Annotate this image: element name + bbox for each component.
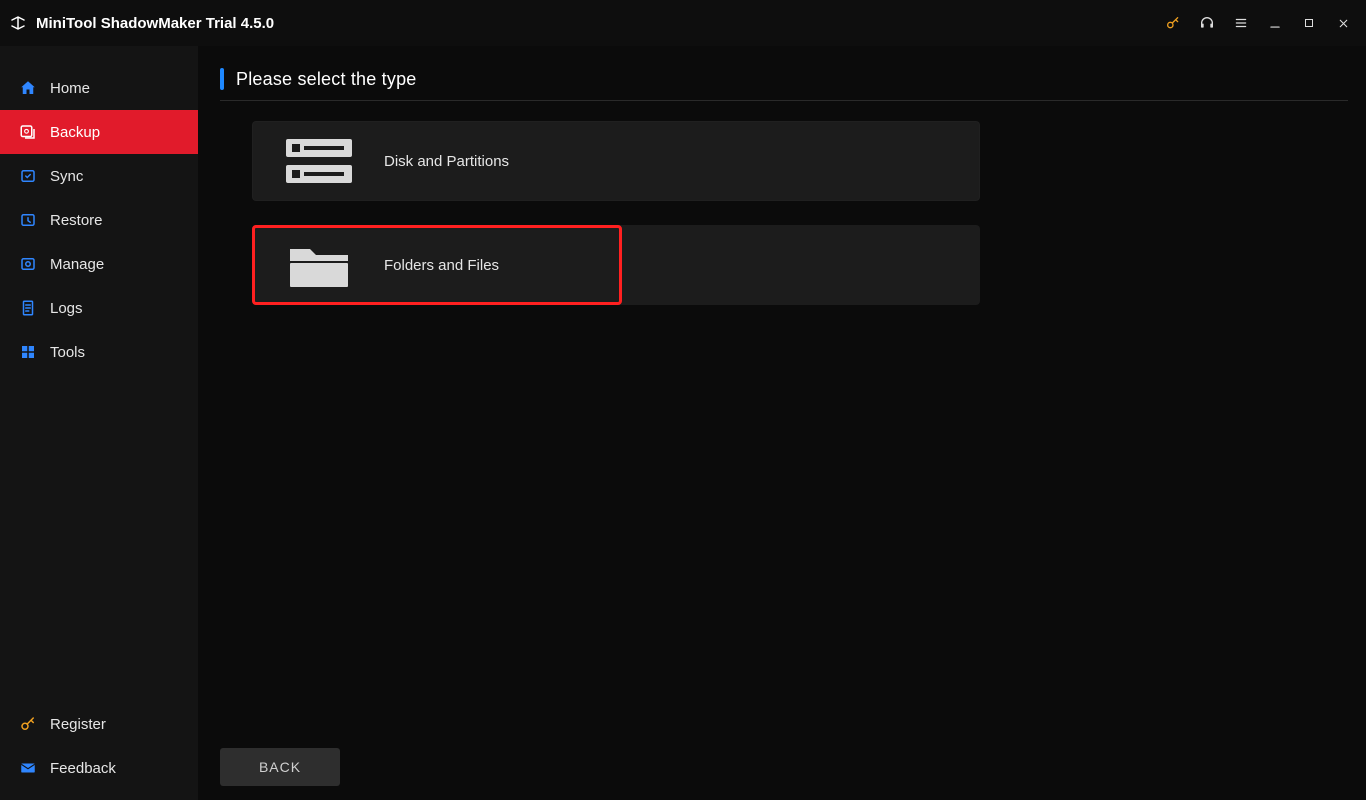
sidebar-item-label: Register: [50, 716, 106, 733]
menu-icon[interactable]: [1224, 8, 1258, 38]
tools-icon: [18, 342, 38, 362]
panel-title: Please select the type: [236, 69, 417, 90]
backup-icon: [18, 122, 38, 142]
sidebar-item-label: Feedback: [50, 760, 116, 777]
panel-footer: BACK: [220, 740, 1348, 786]
folder-icon: [284, 237, 354, 293]
sidebar-item-manage[interactable]: Manage: [0, 242, 198, 286]
option-folders-files[interactable]: Folders and Files: [252, 225, 622, 305]
sidebar-item-label: Restore: [50, 212, 103, 229]
sidebar-item-restore[interactable]: Restore: [0, 198, 198, 242]
home-icon: [18, 78, 38, 98]
option-label: Folders and Files: [384, 257, 499, 274]
type-options: Disk and Partitions Folders and Files: [220, 121, 1348, 305]
sidebar-item-home[interactable]: Home: [0, 66, 198, 110]
sidebar-item-label: Tools: [50, 344, 85, 361]
option-disk-partitions[interactable]: Disk and Partitions: [252, 121, 980, 201]
sync-icon: [18, 166, 38, 186]
close-icon[interactable]: [1326, 8, 1360, 38]
sidebar-item-sync[interactable]: Sync: [0, 154, 198, 198]
option-label: Disk and Partitions: [384, 153, 509, 170]
sidebar-item-label: Manage: [50, 256, 104, 273]
sidebar-item-label: Logs: [50, 300, 83, 317]
logs-icon: [18, 298, 38, 318]
sidebar-item-logs[interactable]: Logs: [0, 286, 198, 330]
sidebar-item-register[interactable]: Register: [0, 702, 198, 746]
app-title: MiniTool ShadowMaker Trial 4.5.0: [36, 15, 274, 32]
manage-icon: [18, 254, 38, 274]
mail-icon: [18, 758, 38, 778]
sidebar-item-label: Backup: [50, 124, 100, 141]
restore-icon: [18, 210, 38, 230]
sidebar-item-label: Home: [50, 80, 90, 97]
sidebar: Home Backup Sync: [0, 46, 198, 800]
body: Home Backup Sync: [0, 46, 1366, 800]
app-window: MiniTool ShadowMaker Trial 4.5.0: [0, 0, 1366, 800]
sidebar-bottom: Register Feedback: [0, 702, 198, 790]
main-panel: Please select the type Disk: [198, 46, 1366, 800]
sidebar-item-label: Sync: [50, 168, 83, 185]
register-key-icon[interactable]: [1156, 8, 1190, 38]
minimize-icon[interactable]: [1258, 8, 1292, 38]
sidebar-item-tools[interactable]: Tools: [0, 330, 198, 374]
option-folders-files-wrap: Folders and Files: [252, 225, 980, 305]
key-icon: [18, 714, 38, 734]
heading-accent-bar: [220, 68, 224, 90]
support-headset-icon[interactable]: [1190, 8, 1224, 38]
panel-heading: Please select the type: [220, 68, 1348, 101]
sidebar-item-feedback[interactable]: Feedback: [0, 746, 198, 790]
title-bar: MiniTool ShadowMaker Trial 4.5.0: [0, 0, 1366, 46]
sidebar-item-backup[interactable]: Backup: [0, 110, 198, 154]
back-button[interactable]: BACK: [220, 748, 340, 786]
maximize-icon[interactable]: [1292, 8, 1326, 38]
app-logo-icon: [8, 13, 28, 33]
disk-icon: [284, 133, 354, 189]
nav-list: Home Backup Sync: [0, 66, 198, 374]
